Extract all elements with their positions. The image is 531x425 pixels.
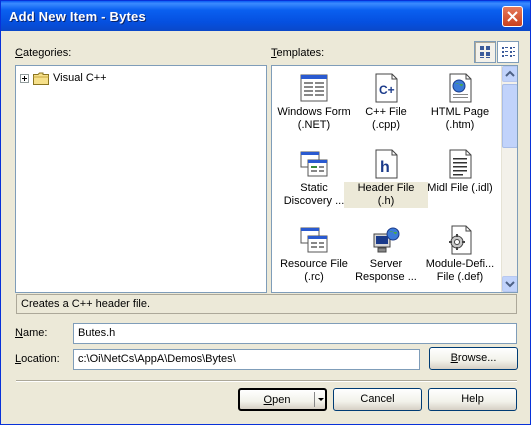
template-html-page[interactable]: HTML Page (.htm) <box>418 70 502 142</box>
template-caption: HTML Page (.htm) <box>430 106 490 131</box>
template-caption: Header File (.h) <box>344 182 428 208</box>
scroll-thumb[interactable] <box>502 84 517 148</box>
template-caption: Module-Defi... File (.def) <box>425 258 495 283</box>
resource-file-icon <box>300 227 328 253</box>
template-description: Creates a C++ header file. <box>16 294 517 314</box>
tree-item-visual-cpp[interactable]: Visual C++ <box>20 70 107 86</box>
templates-label: Templates: <box>271 47 325 59</box>
midl-file-icon <box>449 149 472 179</box>
template-midl-file[interactable]: Midl File (.idl) <box>418 146 502 218</box>
templates-scrollbar[interactable] <box>501 66 517 292</box>
open-button[interactable]: Open <box>238 388 327 411</box>
folder-icon <box>33 72 49 85</box>
close-icon <box>507 11 518 22</box>
categories-label: Categories: <box>15 47 72 59</box>
categories-tree[interactable]: Visual C++ <box>15 65 267 293</box>
template-caption: Midl File (.idl) <box>427 182 493 194</box>
arrow-up-icon <box>505 70 515 77</box>
svg-text:C+: C+ <box>379 83 395 97</box>
small-icons-view-button[interactable] <box>497 41 519 63</box>
title-bar[interactable]: Add New Item - Bytes <box>1 1 530 31</box>
template-cpp-file[interactable]: C+ C++ File (.cpp) <box>344 70 428 142</box>
add-new-item-dialog: Add New Item - Bytes Categories: Templat… <box>0 0 531 425</box>
header-file-icon: h <box>375 149 398 179</box>
arrow-down-icon <box>505 281 515 288</box>
templates-list[interactable]: Windows Form (.NET) C+ C++ File (.cpp) HTM… <box>271 65 518 293</box>
expand-plus-icon[interactable] <box>20 73 29 83</box>
template-module-definition[interactable]: Module-Defi... File (.def) <box>418 222 502 292</box>
scroll-down-button[interactable] <box>502 276 517 292</box>
small-icons-view-icon <box>502 47 515 57</box>
large-icons-view-icon <box>480 46 490 58</box>
name-label: Name: <box>15 327 48 339</box>
name-input[interactable]: Butes.h <box>73 323 517 344</box>
template-caption: C++ File (.cpp) <box>365 106 407 131</box>
window-title: Add New Item - Bytes <box>9 9 146 24</box>
svg-text:h: h <box>380 159 390 176</box>
location-input[interactable]: c:\Oi\NetCs\AppA\Demos\Bytes\ <box>73 349 420 370</box>
html-page-icon <box>449 73 472 103</box>
tree-item-label: Visual C++ <box>53 72 107 84</box>
windows-form-icon <box>300 74 328 102</box>
close-button[interactable] <box>502 6 523 27</box>
browse-button[interactable]: Browse... <box>429 347 518 370</box>
scroll-up-button[interactable] <box>502 66 517 82</box>
server-response-icon <box>373 227 400 253</box>
large-icons-view-button[interactable] <box>474 41 496 63</box>
cpp-file-icon: C+ <box>375 73 398 103</box>
template-caption: Server Response ... <box>355 258 417 283</box>
template-header-file[interactable]: h Header File (.h) <box>344 146 428 218</box>
static-discovery-icon <box>300 151 328 177</box>
dropdown-arrow-icon[interactable] <box>317 397 325 403</box>
module-definition-icon <box>449 225 472 255</box>
location-label: Location: <box>15 353 60 365</box>
separator <box>16 380 517 382</box>
template-server-response[interactable]: Server Response ... <box>344 222 428 292</box>
help-button[interactable]: Help <box>428 388 517 411</box>
cancel-button[interactable]: Cancel <box>333 388 422 411</box>
